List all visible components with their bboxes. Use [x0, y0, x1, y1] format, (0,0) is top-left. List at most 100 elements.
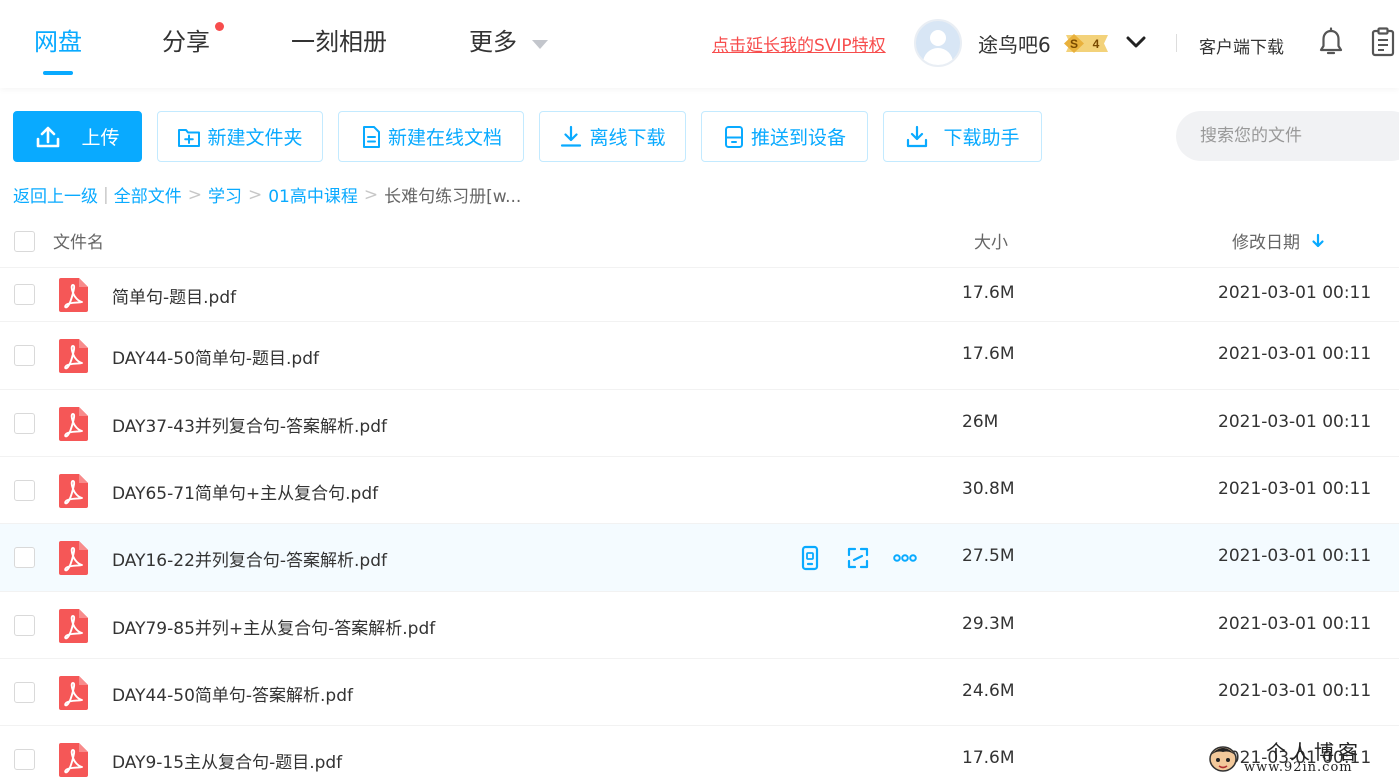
column-size-header[interactable]: 大小: [974, 228, 1008, 253]
vip-symbol: S: [1070, 37, 1078, 51]
file-size: 17.6M: [962, 747, 1015, 768]
clipboard-icon[interactable]: [1370, 27, 1396, 57]
file-list: 简单句-题目.pdf 17.6M 2021-03-01 00:11 DAY44-…: [0, 268, 1399, 781]
share-link-icon[interactable]: [846, 545, 870, 571]
username[interactable]: 途鸟吧6: [978, 29, 1051, 58]
breadcrumb-study[interactable]: 学习: [208, 182, 242, 207]
offline-download-label: 离线下载: [589, 127, 666, 149]
new-folder-button[interactable]: 新建文件夹: [157, 111, 323, 162]
row-checkbox[interactable]: [14, 345, 35, 366]
pdf-file-icon: [59, 339, 88, 373]
caret-down-icon[interactable]: [532, 40, 548, 49]
download-icon: [561, 125, 582, 147]
file-size: 27.5M: [962, 546, 1015, 566]
breadcrumb-current: 长难句练习册[w...: [384, 187, 522, 207]
row-checkbox[interactable]: [14, 284, 35, 305]
upload-icon: [37, 126, 60, 147]
tab-share[interactable]: 分享: [162, 26, 210, 58]
upload-label: 上传: [81, 127, 120, 149]
file-date: 2021-03-01 00:11: [1218, 680, 1372, 701]
row-checkbox[interactable]: [14, 681, 35, 703]
pdf-file-icon: [59, 608, 88, 643]
column-date-header[interactable]: 修改日期: [1232, 228, 1300, 253]
cartoon-face-icon: [1209, 746, 1237, 772]
row-checkbox[interactable]: [14, 614, 35, 636]
file-name[interactable]: DAY9-15主从复合句-题目.pdf: [112, 748, 342, 773]
breadcrumb-separator: >: [363, 184, 379, 205]
file-row[interactable]: DAY44-50简单句-答案解析.pdf 24.6M 2021-03-01 00…: [0, 659, 1399, 726]
avatar[interactable]: [914, 19, 962, 67]
offline-download-button[interactable]: 离线下载: [539, 111, 686, 162]
download-helper-label: 下载助手: [943, 127, 1020, 149]
file-size: 17.6M: [962, 283, 1015, 303]
new-online-doc-button[interactable]: 新建在线文档: [338, 111, 524, 162]
sort-desc-icon[interactable]: [1310, 232, 1326, 250]
breadcrumb-highschool[interactable]: 01高中课程: [268, 182, 358, 207]
file-name[interactable]: DAY37-43并列复合句-答案解析.pdf: [112, 412, 387, 437]
file-size: 24.6M: [962, 680, 1015, 701]
breadcrumb-back[interactable]: 返回上一级: [13, 182, 98, 207]
top-navbar: 网盘 分享 一刻相册 更多 点击延长我的SVIP特权 途鸟吧6 S 4 客户端下…: [0, 0, 1399, 88]
file-row[interactable]: DAY16-22并列复合句-答案解析.pdf 27.5M 2021-03-01 …: [0, 524, 1399, 592]
bell-icon[interactable]: [1318, 27, 1344, 57]
breadcrumb-divider: |: [103, 184, 109, 205]
client-download-link[interactable]: 客户端下载: [1199, 33, 1284, 58]
file-name[interactable]: DAY79-85并列+主从复合句-答案解析.pdf: [112, 614, 435, 639]
new-online-doc-label: 新建在线文档: [387, 127, 502, 149]
file-size: 26M: [962, 411, 999, 432]
file-date: 2021-03-01 00:11: [1218, 546, 1372, 566]
column-name-header[interactable]: 文件名: [53, 228, 104, 253]
pdf-file-icon: [59, 473, 88, 508]
breadcrumb-separator: >: [187, 184, 202, 205]
tab-netdisk[interactable]: 网盘: [34, 26, 82, 58]
file-list-header: 文件名 大小 修改日期: [0, 218, 1399, 268]
file-row[interactable]: 简单句-题目.pdf 17.6M 2021-03-01 00:11: [0, 268, 1399, 322]
active-tab-indicator: [43, 71, 73, 75]
select-all-checkbox[interactable]: [14, 231, 35, 252]
device-icon: [724, 125, 743, 148]
file-row[interactable]: DAY44-50简单句-题目.pdf 17.6M 2021-03-01 00:1…: [0, 322, 1399, 390]
file-name[interactable]: DAY16-22并列复合句-答案解析.pdf: [112, 546, 387, 571]
upload-button[interactable]: 上传: [13, 111, 142, 162]
push-to-device-button[interactable]: 推送到设备: [701, 111, 868, 162]
file-size: 29.3M: [962, 613, 1015, 634]
header-divider: [1176, 34, 1177, 52]
chevron-down-icon[interactable]: [1124, 32, 1148, 52]
new-folder-label: 新建文件夹: [207, 127, 303, 149]
file-name[interactable]: DAY44-50简单句-题目.pdf: [112, 344, 319, 369]
file-row[interactable]: DAY65-71简单句+主从复合句.pdf 30.8M 2021-03-01 0…: [0, 457, 1399, 524]
vip-badge-icon: S 4: [1064, 34, 1108, 53]
notification-dot: [215, 22, 224, 31]
watermark: 个人博客 www.92in.com: [1206, 738, 1396, 778]
file-size: 17.6M: [962, 344, 1015, 364]
svip-renew-link[interactable]: 点击延长我的SVIP特权: [712, 31, 886, 56]
row-checkbox[interactable]: [14, 547, 35, 568]
document-icon: [362, 125, 380, 148]
breadcrumb-all-files[interactable]: 全部文件: [114, 182, 182, 207]
file-date: 2021-03-01 00:11: [1218, 283, 1372, 303]
file-row[interactable]: DAY37-43并列复合句-答案解析.pdf 26M 2021-03-01 00…: [0, 390, 1399, 457]
watermark-url: www.92in.com: [1244, 760, 1353, 775]
file-date: 2021-03-01 00:11: [1218, 613, 1372, 634]
row-checkbox[interactable]: [14, 748, 35, 770]
file-row[interactable]: DAY79-85并列+主从复合句-答案解析.pdf 29.3M 2021-03-…: [0, 592, 1399, 659]
row-checkbox[interactable]: [14, 412, 35, 434]
pdf-file-icon: [59, 675, 88, 710]
tab-album[interactable]: 一刻相册: [291, 26, 387, 58]
vip-level: 4: [1093, 37, 1100, 51]
file-date: 2021-03-01 00:11: [1218, 411, 1372, 432]
pdf-file-icon: [59, 278, 88, 312]
file-name[interactable]: DAY44-50简单句-答案解析.pdf: [112, 681, 353, 706]
download-helper-button[interactable]: 下载助手: [883, 111, 1042, 162]
new-folder-icon: [178, 128, 201, 147]
search-input[interactable]: [1176, 111, 1399, 161]
tab-more[interactable]: 更多: [469, 26, 517, 58]
pdf-file-icon: [59, 541, 88, 575]
send-to-phone-icon[interactable]: [798, 545, 822, 571]
download-helper-icon: [907, 125, 928, 147]
file-row[interactable]: DAY9-15主从复合句-题目.pdf 17.6M 2021-03-01 00:…: [0, 726, 1399, 781]
file-name[interactable]: DAY65-71简单句+主从复合句.pdf: [112, 479, 378, 504]
more-options-icon[interactable]: [893, 545, 917, 571]
row-checkbox[interactable]: [14, 479, 35, 501]
file-name[interactable]: 简单句-题目.pdf: [112, 283, 236, 308]
